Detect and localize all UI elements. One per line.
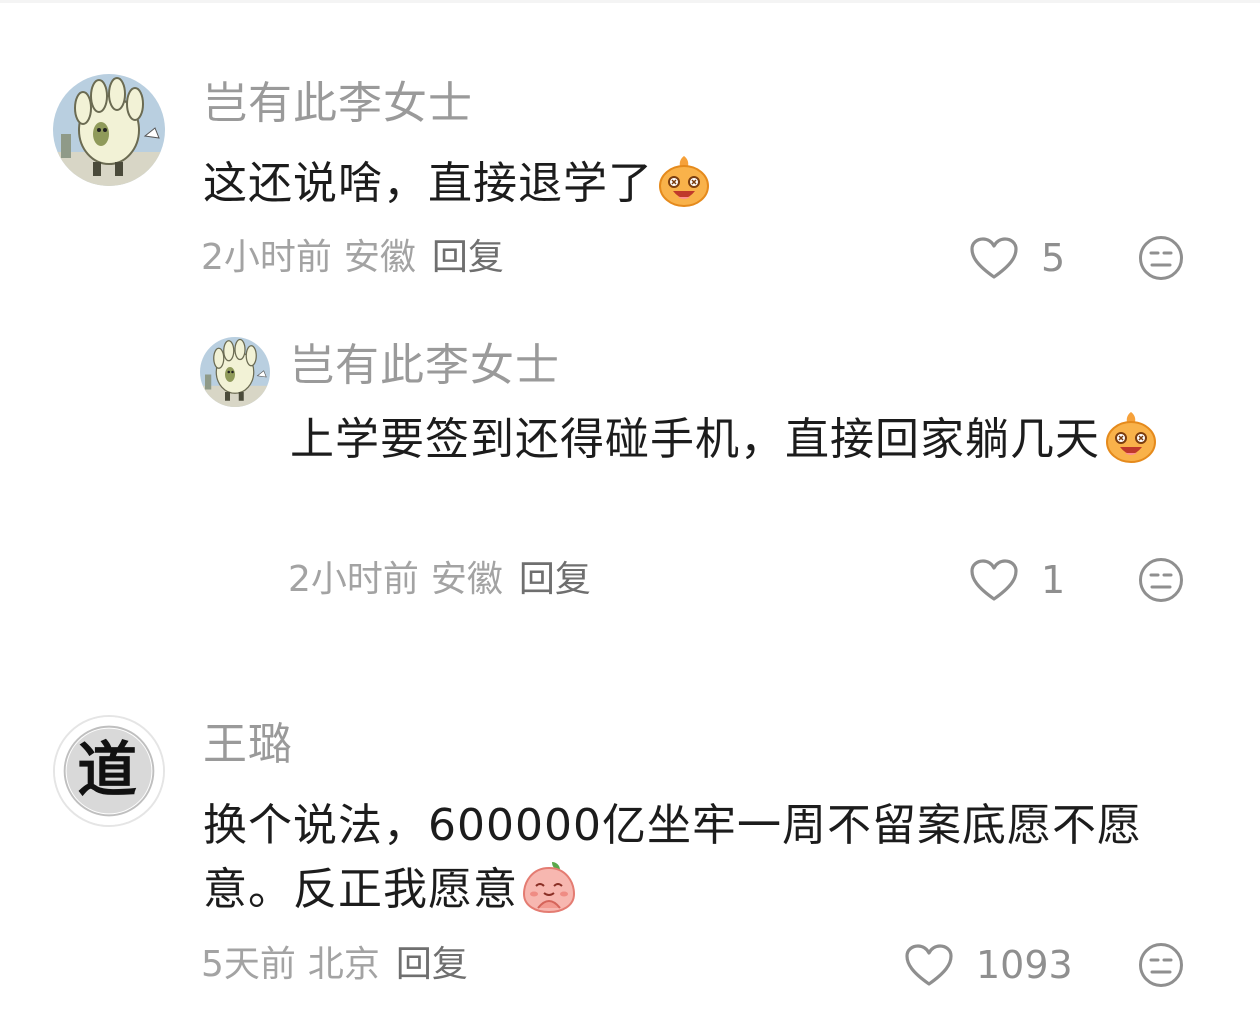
comment-meta: 2小时前 安徽 回复 [201, 236, 516, 280]
avatar[interactable]: 道 [53, 715, 165, 827]
heart-outline-icon [970, 559, 1018, 601]
comment-meta: 5天前 北京 回复 [201, 943, 480, 987]
like-button[interactable]: 1093 [904, 940, 1073, 990]
avatar-glyph: 道 [77, 735, 137, 805]
like-count: 1093 [976, 943, 1073, 987]
comment-text-body: 这还说啥，直接退学了 [203, 158, 653, 209]
comment-text: 换个说法，600000亿坐牢一周不留案底愿不愿意。反正我愿意 [203, 794, 1203, 922]
comment-username[interactable]: 王璐 [203, 719, 293, 771]
comment-location: 安徽 [343, 237, 416, 278]
reply-button[interactable]: 回复 [396, 944, 468, 985]
reply-username[interactable]: 岂有此李女士 [290, 340, 560, 392]
like-count: 5 [1041, 236, 1066, 280]
reply-meta: 2小时前 安徽 回复 [288, 558, 603, 602]
comment-location: 北京 [307, 944, 380, 985]
praying-peach-emoji-icon [522, 860, 576, 914]
avatar[interactable] [53, 74, 165, 186]
comment-time: 5天前 [201, 944, 296, 985]
laughing-bun-emoji-icon [657, 154, 711, 208]
meh-face-icon[interactable] [1138, 557, 1184, 603]
reply-button[interactable]: 回复 [432, 237, 504, 278]
meh-face-icon[interactable] [1138, 235, 1184, 281]
meh-face-icon[interactable] [1138, 942, 1184, 988]
like-button[interactable]: 1 [969, 555, 1065, 605]
avatar[interactable] [200, 337, 270, 407]
reply-location: 安徽 [430, 559, 503, 600]
laughing-bun-emoji-icon [1104, 410, 1158, 464]
reply-text: 上学要签到还得碰手机，直接回家躺几天 [290, 408, 1190, 472]
reply-button[interactable]: 回复 [519, 559, 591, 600]
comment-text: 这还说啥，直接退学了 [203, 152, 1203, 216]
reply-time: 2小时前 [288, 559, 419, 600]
heart-outline-icon [905, 944, 953, 986]
comment-username[interactable]: 岂有此李女士 [203, 78, 473, 130]
like-button[interactable]: 5 [969, 233, 1065, 283]
reply-text-body: 上学要签到还得碰手机，直接回家躺几天 [290, 414, 1100, 465]
comment-time: 2小时前 [201, 237, 332, 278]
top-divider [0, 0, 1260, 3]
like-count: 1 [1041, 558, 1066, 602]
heart-outline-icon [970, 237, 1018, 279]
comment-text-body: 换个说法，600000亿坐牢一周不留案底愿不愿意。反正我愿意 [203, 800, 1142, 915]
